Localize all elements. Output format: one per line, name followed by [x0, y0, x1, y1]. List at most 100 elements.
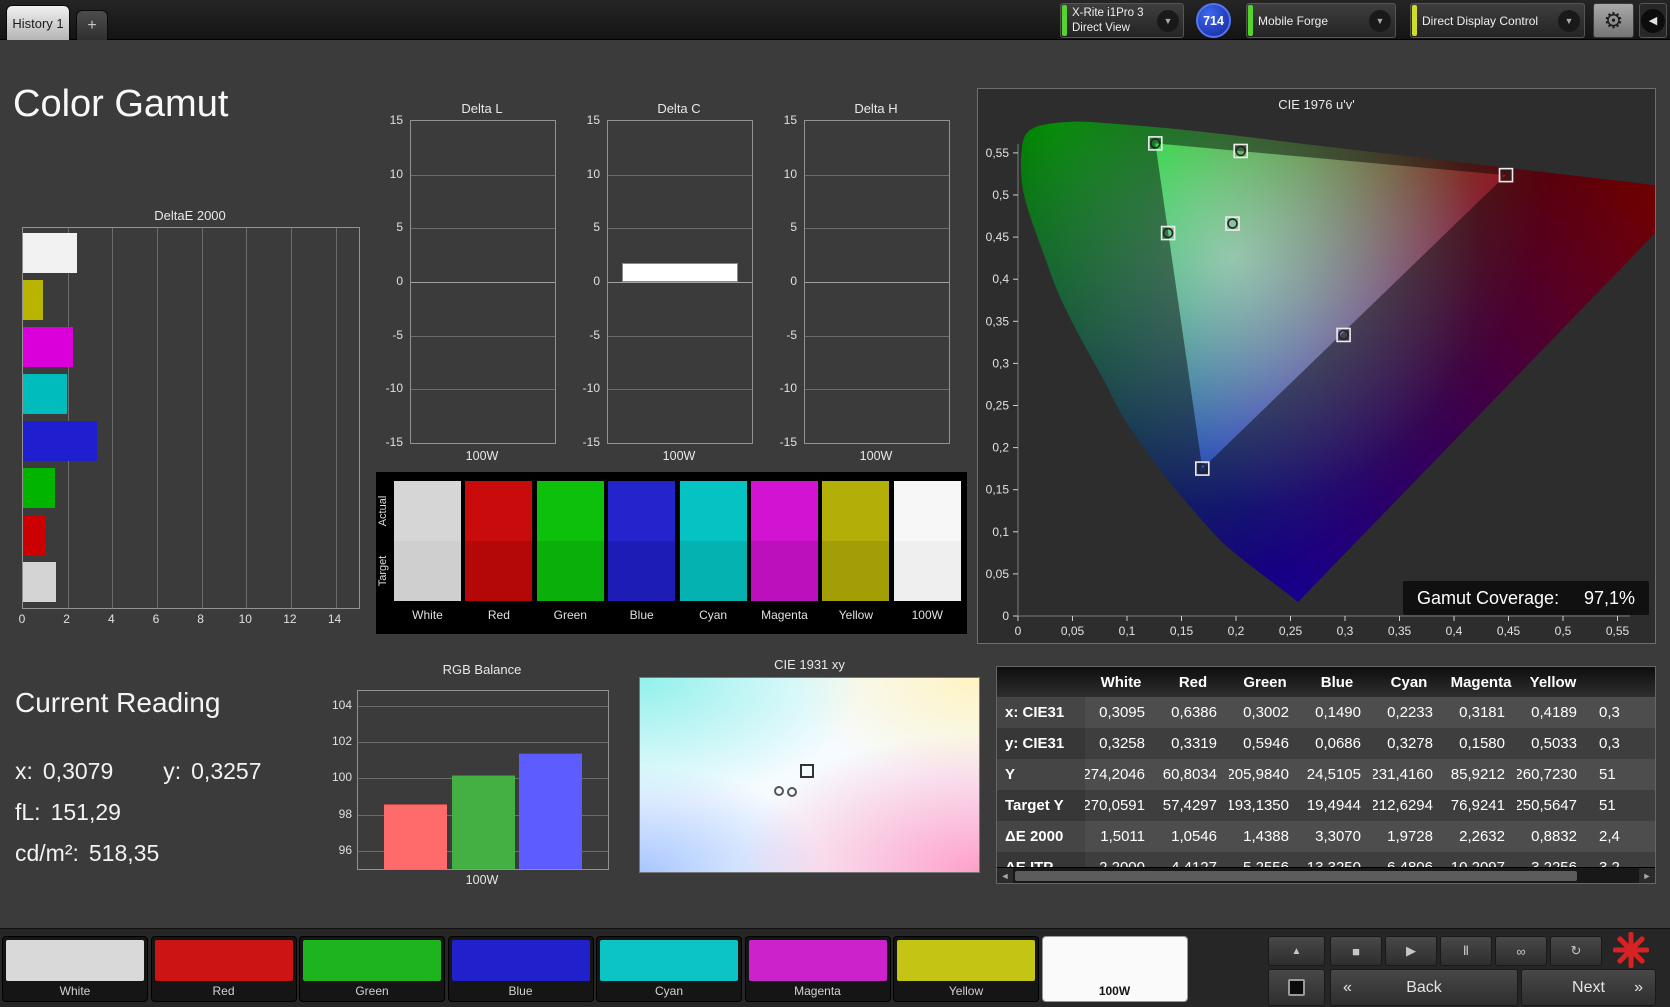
axis-tick-label: -10 — [367, 381, 403, 395]
table-cell: 0,3 — [1589, 697, 1655, 728]
axis-tick-label: 0,45 — [986, 230, 1010, 244]
table-cell: 19,4944 — [1301, 790, 1373, 821]
tab-history-1[interactable]: History 1 — [6, 5, 70, 40]
table-cell: 2,2632 — [1445, 821, 1517, 852]
chevron-right-icon: » — [1634, 979, 1643, 997]
gridline — [157, 228, 158, 608]
axis-tick-label: 96 — [325, 843, 352, 857]
gridline — [608, 175, 752, 176]
swatch-target-cyan — [680, 541, 747, 601]
pause-button[interactable]: Ⅱ — [1440, 936, 1492, 966]
axis-tick-label: 10 — [761, 167, 797, 181]
display-status-led — [1412, 5, 1417, 36]
loop-button[interactable]: ∞ — [1495, 936, 1547, 966]
axis-tick-label: 0,2 — [992, 441, 1009, 455]
scroll-left-button[interactable]: ◄ — [997, 868, 1013, 884]
gridline — [411, 389, 555, 390]
column-header: Cyan — [1373, 667, 1445, 697]
fl-value: 151,29 — [51, 799, 121, 826]
axis-tick-label: 104 — [325, 698, 352, 712]
axis-tick-label: 0,05 — [1061, 624, 1085, 638]
table-cell: 270,0591 — [1085, 790, 1157, 821]
next-label: Next — [1572, 979, 1605, 997]
table-row: y: CIE310,32580,33190,59460,06860,32780,… — [997, 728, 1655, 759]
table-cell: 76,9241 — [1445, 790, 1517, 821]
gridline — [291, 228, 292, 608]
patch-button-cyan[interactable]: Cyan — [596, 936, 742, 1002]
chart-title: Delta H — [804, 101, 948, 116]
axis-tick-label: 15 — [761, 113, 797, 127]
gridline — [805, 228, 949, 229]
axis-tick-label: -15 — [564, 435, 600, 449]
measurement-table: WhiteRedGreenBlueCyanMagentaYellowx: CIE… — [996, 666, 1656, 884]
deltae-bar-green — [23, 468, 55, 508]
patch-button-yellow[interactable]: Yellow — [893, 936, 1039, 1002]
gridline — [805, 336, 949, 337]
gridline — [608, 389, 752, 390]
axis-tick-label: 15 — [367, 113, 403, 127]
delta-c-chart: Delta C 100W 151050-5-10-15 — [564, 101, 754, 457]
row-label: Target Y — [997, 790, 1085, 821]
settings-button[interactable]: ⚙ — [1593, 3, 1634, 38]
deltae-bar-100w — [23, 233, 77, 273]
axis-tick-label: 0 — [1015, 624, 1022, 638]
chart-title: Delta C — [607, 101, 751, 116]
table-cell: 1,5011 — [1085, 821, 1157, 852]
cdm2-value: 518,35 — [89, 840, 159, 867]
delta-plot-area — [804, 120, 950, 444]
meter-dropdown[interactable]: X-Rite i1Pro 3 Direct View ▼ — [1060, 3, 1184, 38]
patch-button-magenta[interactable]: Magenta — [745, 936, 891, 1002]
collapse-panel-button[interactable]: ◀ — [1639, 3, 1667, 38]
chart-title: Delta L — [410, 101, 554, 116]
current-reading-xy: x: 0,3079 y: 0,3257 — [15, 758, 262, 785]
scroll-thumb[interactable] — [1015, 871, 1577, 881]
deltae-plot-area — [22, 227, 360, 609]
gridline — [608, 282, 752, 283]
rgb-bar-blue — [519, 753, 582, 869]
deltae-bar-red — [23, 515, 46, 555]
deltae-bar-yellow — [23, 280, 43, 320]
table-cell: 1,4388 — [1229, 821, 1301, 852]
swatch-target-100w — [894, 541, 961, 601]
next-button[interactable]: Next » — [1521, 969, 1656, 1006]
table-cell: 0,8832 — [1517, 821, 1589, 852]
display-control-dropdown[interactable]: Direct Display Control ▼ — [1410, 3, 1585, 38]
table-cell: 0,5033 — [1517, 728, 1589, 759]
pattern-up-button[interactable]: ▲ — [1268, 936, 1325, 966]
column-header: Red — [1157, 667, 1229, 697]
stop-button[interactable]: ■ — [1330, 936, 1382, 966]
y-label: y: — [163, 758, 181, 785]
patch-button-green[interactable]: Green — [299, 936, 445, 1002]
patch-swatch — [303, 940, 441, 981]
column-header: Blue — [1301, 667, 1373, 697]
swatch-actual-blue — [608, 481, 675, 541]
table-cell: 1,9728 — [1373, 821, 1445, 852]
column-header — [1589, 667, 1655, 697]
swatch-actual-100w — [894, 481, 961, 541]
table-cell: 0,5946 — [1229, 728, 1301, 759]
source-dropdown[interactable]: Mobile Forge ▼ — [1246, 3, 1396, 38]
axis-tick-label: 0,3 — [1337, 624, 1354, 638]
patch-swatch — [452, 940, 590, 981]
back-button[interactable]: « Back — [1330, 969, 1518, 1006]
patch-button-100w[interactable]: 100W — [1042, 936, 1188, 1002]
patch-button-red[interactable]: Red — [151, 936, 297, 1002]
gridline — [411, 175, 555, 176]
table-cell: 205,9840 — [1229, 759, 1301, 790]
patch-button-blue[interactable]: Blue — [448, 936, 594, 1002]
axis-tick-label: -10 — [761, 381, 797, 395]
pattern-window-button[interactable] — [1268, 969, 1325, 1006]
table-cell: 0,3319 — [1157, 728, 1229, 759]
refresh-button[interactable]: ↻ — [1550, 936, 1602, 966]
table-scrollbar[interactable]: ◄ ► — [997, 867, 1655, 883]
gridline — [336, 228, 337, 608]
scroll-right-button[interactable]: ► — [1639, 868, 1655, 884]
table-cell: 2,4 — [1589, 821, 1655, 852]
patch-button-white[interactable]: White — [2, 936, 148, 1002]
swatch-label: Red — [465, 608, 532, 622]
add-tab-button[interactable]: + — [76, 10, 108, 40]
patch-swatch — [897, 940, 1035, 981]
meter-status-led — [1062, 5, 1067, 36]
axis-tick-label: 10 — [367, 167, 403, 181]
play-button[interactable]: ▶ — [1385, 936, 1437, 966]
